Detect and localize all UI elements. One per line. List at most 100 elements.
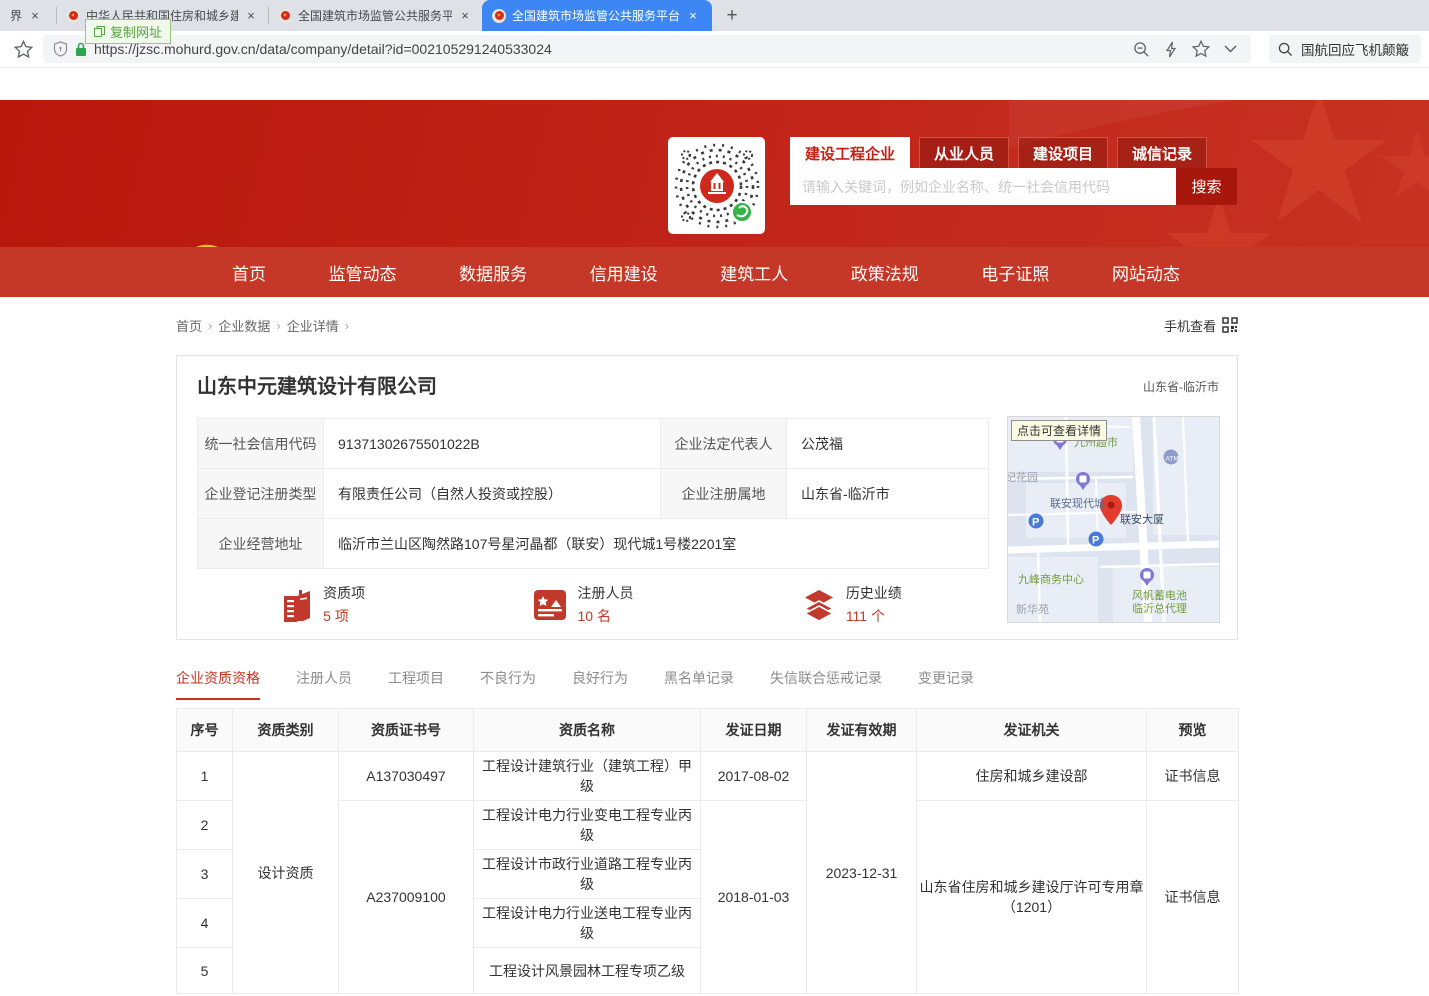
col-category: 资质类别 [233,709,339,752]
stat-value: 111 个 [846,606,902,626]
cell-authority: 山东省住房和城乡建设厅许可专用章（1201） [917,801,1147,994]
page-top-gap [0,68,1429,100]
company-card: 山东中元建筑设计有限公司 山东省-临沂市 统一社会信用代码 9137130267… [176,355,1238,640]
keyword-search-input[interactable] [790,168,1176,205]
tab-dishonesty-records[interactable]: 失信联合惩戒记录 [770,668,882,698]
nav-home[interactable]: 首页 [232,260,266,285]
close-icon[interactable] [458,9,472,23]
credit-code-value: 91371302675501022B [324,419,661,469]
shield-icon[interactable] [53,41,68,57]
bookmark-star-icon[interactable] [14,40,33,59]
address-label: 企业经营地址 [198,519,324,569]
svg-text:P: P [1032,517,1039,529]
qr-code-icon [673,142,761,230]
cell-category: 设计资质 [233,752,339,994]
browser-search-box[interactable]: 国航回应飞机颠簸 [1269,35,1421,63]
close-icon[interactable] [28,9,42,23]
nav-data-service[interactable]: 数据服务 [459,260,527,285]
stat-label: 资质项 [323,583,365,603]
browser-tab-bar: 界 中华人民共和国住房和城乡建设 全国建筑市场监管公共服务平台 全国建筑市场监管… [0,0,1429,31]
svg-text:风帆蓄电池: 风帆蓄电池 [1132,588,1187,602]
table-row: 1 设计资质 A137030497 工程设计建筑行业（建筑工程）甲级 2017-… [177,752,1239,801]
nav-workers[interactable]: 建筑工人 [720,260,788,285]
nav-e-license[interactable]: 电子证照 [981,260,1049,285]
legal-rep-value: 公茂福 [787,419,989,469]
search-button[interactable]: 搜索 [1176,168,1237,205]
tab-registered-personnel[interactable]: 注册人员 [296,668,352,698]
breadcrumb-home[interactable]: 首页 [176,316,202,335]
browser-tab-jzsc-1[interactable]: 全国建筑市场监管公共服务平台 [268,0,482,31]
col-qual-name: 资质名称 [474,709,701,752]
col-seq: 序号 [177,709,233,752]
breadcrumb: 首页 企业数据 企业详情 [176,316,349,335]
cell-seq: 3 [177,850,233,899]
chevron-down-icon[interactable] [1224,45,1237,53]
emblem-favicon-icon [492,9,506,23]
search-tab-credit[interactable]: 诚信记录 [1117,137,1207,168]
search-tab-personnel[interactable]: 从业人员 [919,137,1009,168]
main-nav: 首页 监管动态 数据服务 信用建设 建筑工人 政策法规 电子证照 网站动态 [0,247,1429,297]
stat-label: 历史业绩 [846,583,902,603]
svg-text:新华苑: 新华苑 [1016,602,1049,616]
map-image: 九州超市 ATM 纪花园 联安现代城 联安大厦 P P 九峰商务中心 新华苑 风… [1008,417,1219,622]
svg-text:P: P [1092,535,1099,547]
breadcrumb-row: 首页 企业数据 企业详情 手机查看 [176,315,1238,335]
tab-title: 界 [10,7,22,24]
national-emblem-icon [178,244,236,247]
breadcrumb-company-detail[interactable]: 企业详情 [287,316,339,335]
close-icon[interactable] [686,9,700,23]
cell-cert-no: A137030497 [339,752,474,801]
tab-change-records[interactable]: 变更记录 [918,668,974,698]
search-tab-project[interactable]: 建设项目 [1018,137,1108,168]
cell-qual-name: 工程设计电力行业变电工程专业丙级 [474,801,701,850]
nav-credit[interactable]: 信用建设 [590,260,658,285]
cell-seq: 2 [177,801,233,850]
hot-search-text: 国航回应飞机颠簸 [1301,39,1409,59]
stat-value: 10 名 [577,606,633,626]
company-name: 山东中元建筑设计有限公司 [197,370,437,399]
lightning-icon[interactable] [1164,41,1178,58]
stat-historical-performance: 历史业绩 111 个 [802,583,902,626]
mobile-view-button[interactable]: 手机查看 [1164,316,1238,335]
zoom-out-icon[interactable] [1133,41,1150,58]
breadcrumb-company-data[interactable]: 企业数据 [218,316,270,335]
tab-bad-behavior[interactable]: 不良行为 [480,668,536,698]
url-bar[interactable]: https://jzsc.mohurd.gov.cn/data/company/… [43,35,1251,63]
cell-issue-date: 2017-08-02 [701,752,807,801]
tab-title: 全国建筑市场监管公共服务平台 [298,7,452,24]
company-region: 山东省-临沂市 [1143,378,1219,395]
nav-site-news[interactable]: 网站动态 [1112,260,1180,285]
col-authority: 发证机关 [917,709,1147,752]
table-header-row: 序号 资质类别 资质证书号 资质名称 发证日期 发证有效期 发证机关 预览 [177,709,1239,752]
tab-good-behavior[interactable]: 良好行为 [572,668,628,698]
svg-text:纪花园: 纪花园 [1008,471,1038,484]
qr-mini-icon [1222,317,1238,333]
legal-rep-label: 企业法定代表人 [661,419,787,469]
cell-seq: 1 [177,752,233,801]
browser-tab-partial[interactable]: 界 [0,0,56,31]
qualification-table: 序号 资质类别 资质证书号 资质名称 发证日期 发证有效期 发证机关 预览 1 … [176,708,1239,994]
tab-qualifications[interactable]: 企业资质资格 [176,668,260,700]
cell-issue-date: 2018-01-03 [701,801,807,994]
browser-tab-jzsc-active[interactable]: 全国建筑市场监管公共服务平台 [482,0,712,31]
nav-supervision[interactable]: 监管动态 [329,260,397,285]
copy-url-tooltip: 复制网址 [85,19,171,44]
new-tab-button[interactable]: + [718,3,746,29]
browser-toolbar: https://jzsc.mohurd.gov.cn/data/company/… [0,31,1429,68]
search-icon [1278,42,1293,57]
close-icon[interactable] [244,9,258,23]
cell-qual-name: 工程设计电力行业送电工程专业丙级 [474,899,701,948]
favorite-star-icon[interactable] [1192,40,1210,58]
tab-blacklist[interactable]: 黑名单记录 [664,668,734,698]
col-validity: 发证有效期 [807,709,917,752]
url-text: https://jzsc.mohurd.gov.cn/data/company/… [94,41,1126,57]
certificate-book-icon [533,589,567,621]
reg-region-value: 山东省-临沂市 [787,469,989,519]
company-stats: 资质项 5 项 注册人员 10 名 [197,583,986,626]
certificate-info-link[interactable]: 证书信息 [1147,752,1239,801]
company-location-map[interactable]: 点击可查看详情 [1007,416,1220,623]
nav-policy[interactable]: 政策法规 [851,260,919,285]
tab-projects[interactable]: 工程项目 [388,668,444,698]
certificate-info-link[interactable]: 证书信息 [1147,801,1239,994]
search-tab-enterprise[interactable]: 建设工程企业 [790,137,910,168]
